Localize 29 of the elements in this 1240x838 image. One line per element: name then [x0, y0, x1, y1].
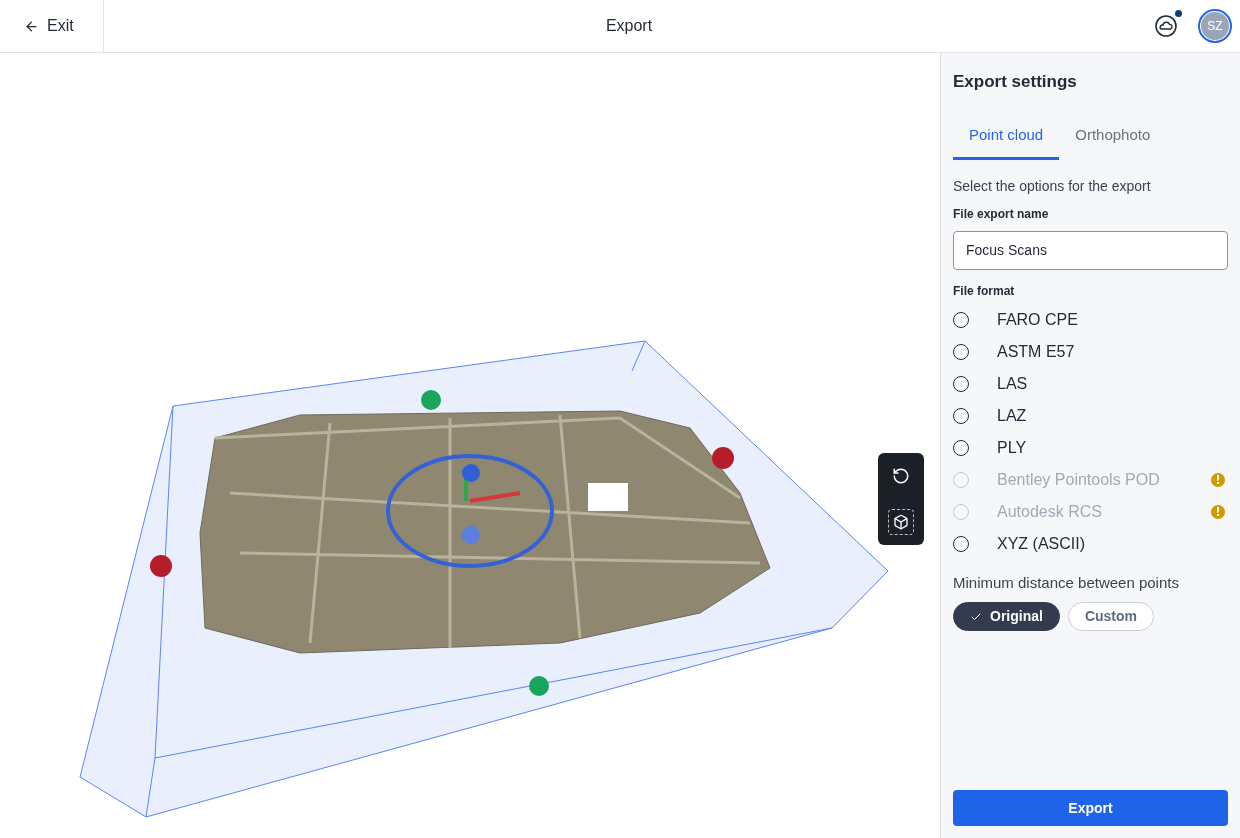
format-label: LAS: [997, 373, 1029, 394]
instructions-text: Select the options for the export: [953, 176, 1152, 196]
exit-button[interactable]: Exit: [0, 0, 104, 52]
handle-sphere[interactable]: [421, 390, 441, 410]
fit-view-button[interactable]: [888, 509, 914, 535]
option-chip[interactable]: Custom: [1067, 602, 1155, 631]
section-label: Minimum distance between points: [953, 572, 1180, 593]
format-label: PLY: [997, 437, 1028, 458]
format-label: FARO CPE: [997, 309, 1079, 330]
tab[interactable]: Point cloud: [953, 114, 1060, 160]
format-label: Autodesk RCS: [997, 501, 1103, 522]
format-label: Bentley Pointools POD: [997, 469, 1161, 490]
handle-sphere[interactable]: [150, 555, 172, 577]
field-label: File export name: [953, 205, 1050, 223]
format-label: XYZ (ASCII): [997, 533, 1086, 554]
tab[interactable]: Orthophoto: [1059, 114, 1167, 160]
panel-title: Export settings: [953, 71, 1078, 93]
format-label: ASTM E57: [997, 341, 1076, 362]
format-label: LAZ: [997, 405, 1028, 426]
page-title: Export: [604, 16, 654, 36]
rotate-icon: [892, 467, 910, 485]
cube-icon: [893, 514, 909, 530]
export-button[interactable]: Export: [953, 790, 1228, 826]
field-label: File format: [953, 282, 1016, 300]
back-arrow-icon: [24, 18, 39, 34]
handle-sphere[interactable]: [529, 676, 549, 696]
option-chip[interactable]: Original: [953, 602, 1060, 631]
file-name-input[interactable]: Focus Scans: [953, 230, 1228, 270]
handle-sphere[interactable]: [712, 447, 734, 469]
